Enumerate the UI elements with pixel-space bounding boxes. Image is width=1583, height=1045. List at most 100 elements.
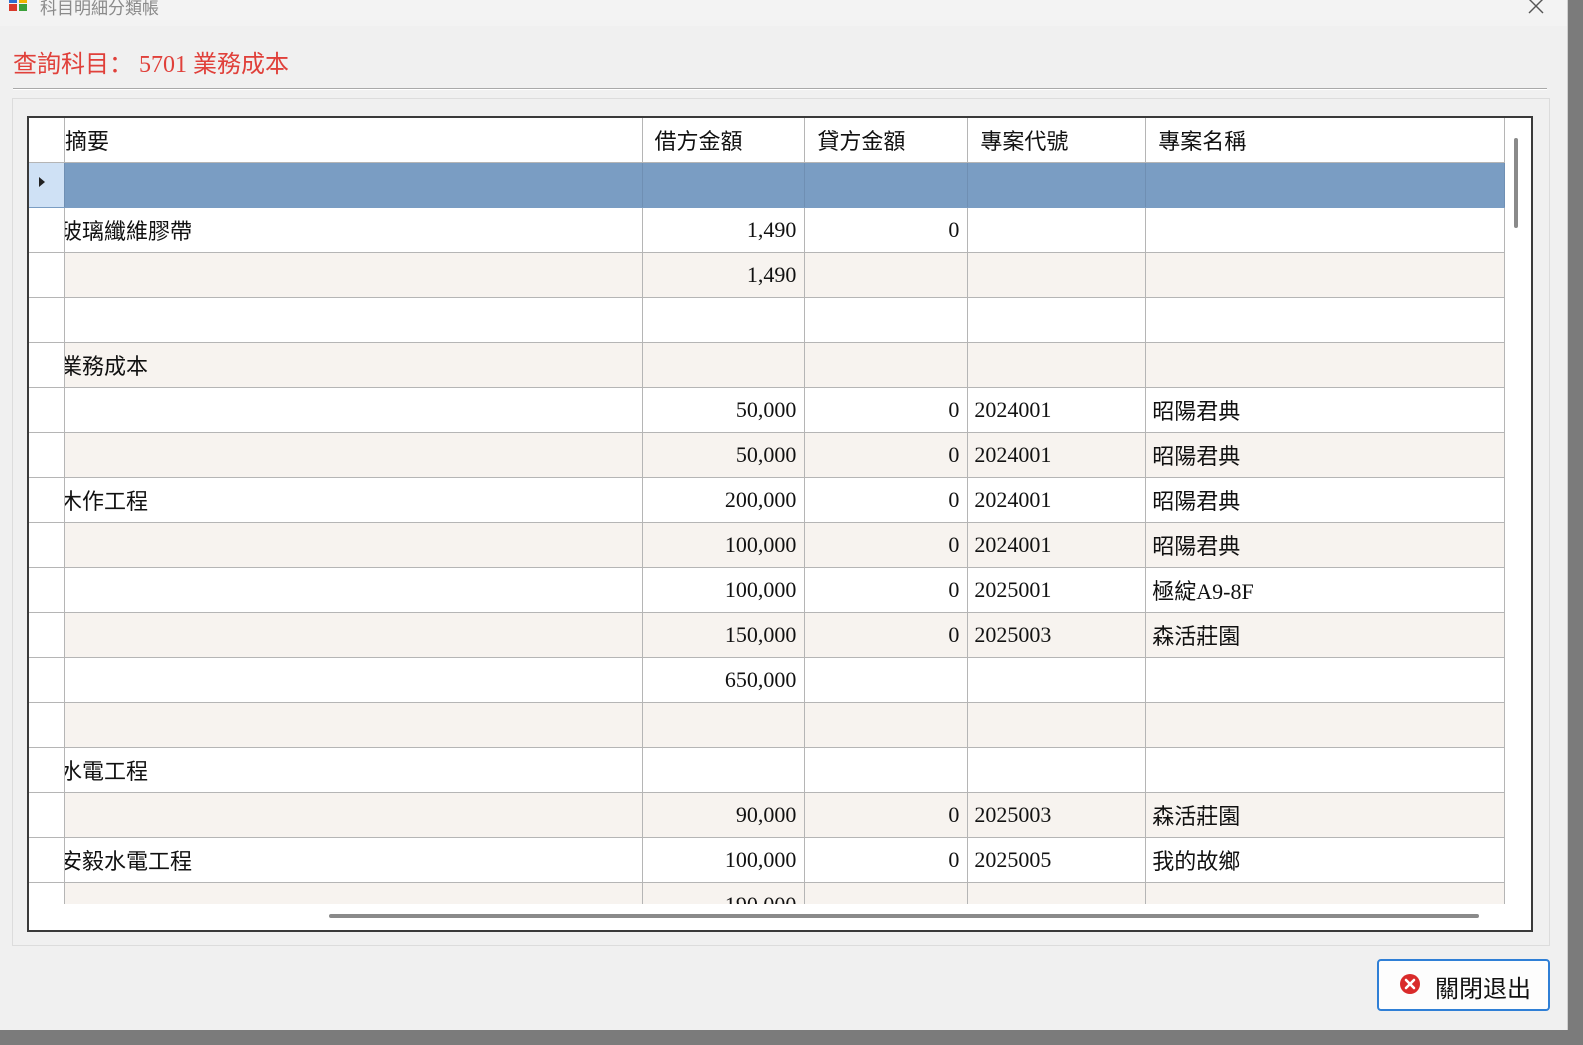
cell-credit[interactable]: 0 [804,207,969,253]
cell-project-name[interactable]: 森活莊園 [1145,612,1505,658]
cell-debit[interactable]: 200,000 [642,477,806,523]
cell-project-code[interactable]: 2024001 [967,432,1147,478]
cell-project-code[interactable]: 2025005 [967,837,1147,883]
row-header[interactable] [29,162,65,208]
cell-project-code[interactable] [967,252,1147,298]
table-row[interactable]: 玻璃纖維膠帶 1,490 0 [29,207,1505,253]
table-row[interactable]: 木作工程 200,000 0 2024001 昭陽君典 [29,477,1505,523]
table-row[interactable]: 安毅水電工程 100,000 0 2025005 我的故鄉 [29,837,1505,883]
cell-debit[interactable]: 150,000 [642,612,806,658]
cell-project-code[interactable] [967,657,1147,703]
row-header[interactable] [29,747,65,793]
row-header[interactable] [29,477,65,523]
table-row[interactable]: 150,000 0 2025003 森活莊園 [29,612,1505,658]
cell-credit[interactable]: 0 [804,387,969,433]
close-exit-button[interactable]: 關閉退出 [1377,959,1550,1011]
cell-debit[interactable]: 50,000 [642,432,806,478]
row-header[interactable] [29,612,65,658]
cell-project-code[interactable] [967,207,1147,253]
cell-project-code[interactable]: 2024001 [967,387,1147,433]
cell-project-code[interactable] [967,342,1147,388]
cell-summary[interactable] [64,522,643,568]
table-row[interactable]: 50,000 0 2024001 昭陽君典 [29,387,1505,433]
cell-project-code[interactable]: 2025003 [967,792,1147,838]
cell-credit[interactable]: 0 [804,432,969,478]
cell-summary[interactable] [64,792,643,838]
cell-debit[interactable]: 50,000 [642,387,806,433]
row-header[interactable] [29,882,65,904]
cell-project-code[interactable] [967,882,1147,904]
cell-credit[interactable]: 0 [804,477,969,523]
cell-project-code[interactable]: 2025003 [967,612,1147,658]
cell-debit[interactable]: 1,490 [642,207,806,253]
column-header-debit[interactable]: 借方金額 [642,118,806,163]
cell-debit[interactable]: 100,000 [642,522,806,568]
cell-project-code[interactable]: 2024001 [967,477,1147,523]
cell-summary[interactable] [64,657,643,703]
table-row[interactable]: 業務成本 [29,342,1505,388]
cell-project-name[interactable]: 昭陽君典 [1145,477,1505,523]
cell-debit[interactable] [642,297,806,343]
cell-credit[interactable]: 0 [804,522,969,568]
cell-project-name[interactable] [1145,342,1505,388]
cell-credit[interactable]: 0 [804,837,969,883]
ledger-grid[interactable]: 摘要 借方金額 貸方金額 專案代號 專案名稱 玻璃纖維膠帶 1,490 0 1,490… [27,116,1533,932]
row-header[interactable] [29,702,65,748]
cell-summary[interactable] [64,297,643,343]
cell-debit[interactable]: 1,490 [642,252,806,298]
cell-project-name[interactable] [1145,702,1505,748]
cell-project-name[interactable] [1145,657,1505,703]
cell-credit[interactable] [804,882,969,904]
cell-project-name[interactable] [1145,882,1505,904]
close-icon[interactable] [1526,0,1546,16]
cell-debit[interactable]: 100,000 [642,567,806,613]
table-row[interactable]: 190,000 [29,882,1505,904]
cell-credit[interactable]: 0 [804,567,969,613]
cell-project-name[interactable] [1145,207,1505,253]
cell-summary[interactable] [64,432,643,478]
cell-project-name[interactable]: 極綻A9-8F [1145,567,1505,613]
cell-credit[interactable] [804,747,969,793]
row-header[interactable] [29,657,65,703]
column-header-summary[interactable]: 摘要 [64,118,643,163]
cell-credit[interactable] [804,657,969,703]
cell-credit[interactable] [804,702,969,748]
row-header[interactable] [29,522,65,568]
cell-credit[interactable] [804,162,969,208]
table-row[interactable]: 50,000 0 2024001 昭陽君典 [29,432,1505,478]
vertical-scrollbar-thumb[interactable] [1514,138,1518,228]
column-header-project-code[interactable]: 專案代號 [967,118,1147,163]
row-header[interactable] [29,792,65,838]
table-row[interactable]: 1,490 [29,252,1505,298]
column-header-credit[interactable]: 貸方金額 [804,118,969,163]
cell-project-name[interactable]: 昭陽君典 [1145,432,1505,478]
cell-summary[interactable]: 玻璃纖維膠帶 [64,207,643,253]
cell-project-code[interactable] [967,297,1147,343]
table-row[interactable]: 90,000 0 2025003 森活莊園 [29,792,1505,838]
cell-credit[interactable]: 0 [804,612,969,658]
row-header[interactable] [29,432,65,478]
cell-project-name[interactable] [1145,252,1505,298]
row-header[interactable] [29,567,65,613]
table-row[interactable]: 100,000 0 2024001 昭陽君典 [29,522,1505,568]
table-row[interactable]: 水電工程 [29,747,1505,793]
cell-credit[interactable] [804,297,969,343]
cell-summary[interactable] [64,252,643,298]
row-header[interactable] [29,252,65,298]
horizontal-scrollbar-thumb[interactable] [329,914,1479,918]
cell-project-code[interactable] [967,747,1147,793]
cell-debit[interactable]: 190,000 [642,882,806,904]
cell-summary[interactable] [64,387,643,433]
cell-project-name[interactable]: 昭陽君典 [1145,387,1505,433]
table-row[interactable] [29,162,1505,208]
row-header[interactable] [29,297,65,343]
column-header-project-name[interactable]: 專案名稱 [1145,118,1505,163]
cell-debit[interactable]: 100,000 [642,837,806,883]
cell-summary[interactable] [64,702,643,748]
cell-debit[interactable] [642,702,806,748]
cell-project-name[interactable]: 我的故鄉 [1145,837,1505,883]
cell-project-code[interactable] [967,162,1147,208]
cell-credit[interactable]: 0 [804,792,969,838]
row-header[interactable] [29,342,65,388]
cell-debit[interactable] [642,342,806,388]
